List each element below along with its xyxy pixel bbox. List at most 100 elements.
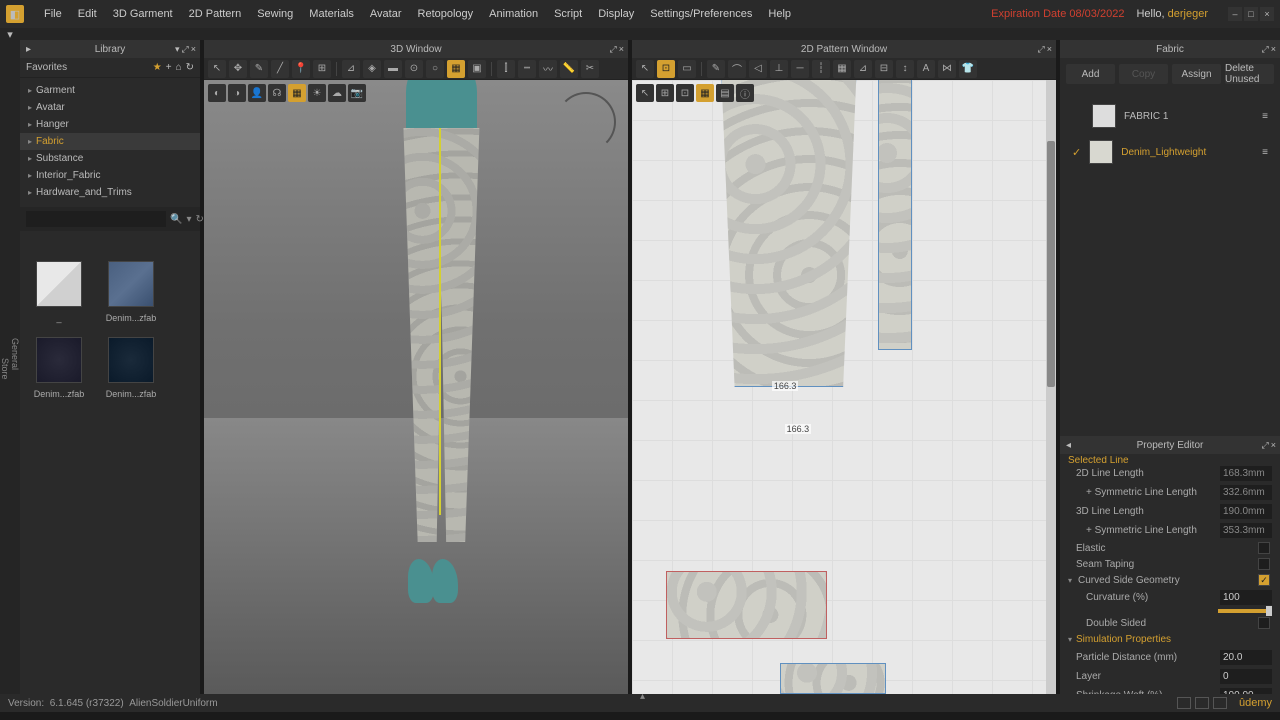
fabric-menu-icon[interactable]: ≡ [1262,147,1268,158]
expand-statusbar-icon[interactable]: ▴ [640,691,645,702]
tool-move-icon[interactable]: ✥ [229,60,247,78]
panel-undock-icon[interactable]: ⤢ [1262,440,1269,451]
tool-fold-icon[interactable]: ⊿ [342,60,360,78]
tool-measure-icon[interactable]: 📏 [560,60,578,78]
panel-undock-icon[interactable]: ⤢ [1262,44,1269,55]
tool-pin-icon[interactable]: 📍 [292,60,310,78]
tool2d-align-icon[interactable]: ⊟ [875,60,893,78]
bone-mode-icon[interactable]: ☊ [268,84,286,102]
tool2d-dart-icon[interactable]: ◁ [749,60,767,78]
status-box-icon[interactable] [1195,697,1209,709]
menu-file[interactable]: File [36,8,70,20]
tool-line-icon[interactable]: ╱ [271,60,289,78]
tool-arrange-icon[interactable]: ⊞ [313,60,331,78]
delete-unused-button[interactable]: Delete Unused [1225,64,1274,84]
pattern-piece[interactable] [666,571,827,639]
tree-item-substance[interactable]: ▸Substance [20,150,200,167]
rail-general[interactable]: General [10,338,20,370]
view-gizmo-icon[interactable] [556,92,616,152]
thumb-item[interactable]: Denim...zfab [30,337,88,399]
menu-sewing[interactable]: Sewing [249,8,301,20]
view2d-texture-icon[interactable]: ▦ [696,84,714,102]
thumb-item[interactable]: Denim...zfab [102,337,160,399]
texture-mode-icon[interactable]: ▦ [288,84,306,102]
elastic-checkbox[interactable] [1258,542,1270,554]
fabric-item[interactable]: FABRIC 1 ≡ [1068,98,1272,134]
fav-add-icon[interactable]: + [166,62,172,73]
shrinkage-weft-input[interactable] [1220,688,1272,694]
tree-item-hardware[interactable]: ▸Hardware_and_Trims [20,184,200,201]
tool2d-curve-icon[interactable]: ⌒ [728,60,746,78]
tool2d-edit-icon[interactable]: ✎ [707,60,725,78]
menu-edit[interactable]: Edit [70,8,105,20]
panel-close-icon[interactable]: × [191,44,196,55]
tool-style-icon[interactable]: ◈ [363,60,381,78]
tree-item-hanger[interactable]: ▸Hanger [20,116,200,133]
tool-bond-icon[interactable]: ⊙ [405,60,423,78]
viewport-2d-canvas[interactable]: 166.3 166.3 ↖ ⊞ ⊡ ▦ ▤ ⓘ [632,80,1056,694]
tool2d-fold-icon[interactable]: ⊿ [854,60,872,78]
tool-zipper-icon[interactable]: ⫿ [497,60,515,78]
tool2d-seam-icon[interactable]: ┆ [812,60,830,78]
tool2d-symmetry-icon[interactable]: ⋈ [938,60,956,78]
tool-select-icon[interactable]: ↖ [208,60,226,78]
view2d-baseline-icon[interactable]: ⊡ [676,84,694,102]
menu-materials[interactable]: Materials [301,8,362,20]
tool2d-garment-icon[interactable]: 👕 [959,60,977,78]
assign-button[interactable]: Assign [1172,64,1221,84]
fabric-menu-icon[interactable]: ≡ [1262,111,1268,122]
curved-geo-checkbox[interactable]: ✓ [1258,574,1270,586]
viewport-3d-canvas[interactable]: ◐ ◑ 👤 ☊ ▦ ☀ ☁ 📷 [204,80,628,694]
copy-button[interactable]: Copy [1119,64,1168,84]
menu-3d-garment[interactable]: 3D Garment [105,8,181,20]
thumb-item[interactable]: _ [30,261,88,323]
seam-taping-checkbox[interactable] [1258,558,1270,570]
tool2d-rect-icon[interactable]: ▭ [678,60,696,78]
shade-mode-icon[interactable]: ◑ [228,84,246,102]
panel-close-icon[interactable]: × [1271,440,1276,451]
maximize-button[interactable]: □ [1244,7,1258,21]
avatar-mode-icon[interactable]: 👤 [248,84,266,102]
menu-settings[interactable]: Settings/Preferences [642,8,760,20]
tool2d-trace-icon[interactable]: ▦ [833,60,851,78]
search-icon[interactable]: 🔍 [170,214,182,225]
tool-graphic-icon[interactable]: ▣ [468,60,486,78]
camera-mode-icon[interactable]: 📷 [348,84,366,102]
panel-undock-icon[interactable]: ⤢ [610,44,617,55]
layer-input[interactable] [1220,669,1272,684]
ribbon-toggle-icon[interactable]: ▾ [0,28,20,40]
tool-tack-icon[interactable]: ✂ [581,60,599,78]
filter-icon[interactable]: ▾ [186,214,191,225]
tool-pucker-icon[interactable]: 〰 [539,60,557,78]
rail-store[interactable]: Store [0,358,10,380]
tool2d-transform-icon[interactable]: ⊡ [657,60,675,78]
view2d-grid-icon[interactable]: ⊞ [656,84,674,102]
tool-button-icon[interactable]: ○ [426,60,444,78]
panel-pin-icon[interactable]: ▾ [175,44,180,55]
thumb-item[interactable]: Denim...zfab [102,261,160,323]
view2d-mode-icon[interactable]: ↖ [636,84,654,102]
tool-texture-icon[interactable]: ▦ [447,60,465,78]
particle-distance-input[interactable] [1220,650,1272,665]
section-selected-line[interactable]: Selected Line [1068,456,1272,464]
view2d-info-icon[interactable]: ⓘ [736,84,754,102]
panel-undock-icon[interactable]: ⤢ [182,44,189,55]
status-box-icon[interactable] [1177,697,1191,709]
pattern-piece[interactable] [780,663,886,694]
panel-undock-icon[interactable]: ⤢ [1038,44,1045,55]
tool2d-notch-icon[interactable]: ⊥ [770,60,788,78]
tool2d-grain-icon[interactable]: ↕ [896,60,914,78]
panel-close-icon[interactable]: × [619,44,624,55]
fav-home-icon[interactable]: ⌂ [176,62,182,73]
tree-item-interior[interactable]: ▸Interior_Fabric [20,167,200,184]
add-button[interactable]: Add [1066,64,1115,84]
minimize-button[interactable]: ‒ [1228,7,1242,21]
menu-avatar[interactable]: Avatar [362,8,410,20]
panel-back-icon[interactable]: ◂ [1066,440,1071,451]
fav-refresh-icon[interactable]: ↻ [186,62,194,73]
curvature-slider[interactable] [1218,609,1270,613]
tool-topstitch-icon[interactable]: ┅ [518,60,536,78]
panel-close-icon[interactable]: × [1047,44,1052,55]
tree-item-avatar[interactable]: ▸Avatar [20,99,200,116]
menu-help[interactable]: Help [760,8,799,20]
